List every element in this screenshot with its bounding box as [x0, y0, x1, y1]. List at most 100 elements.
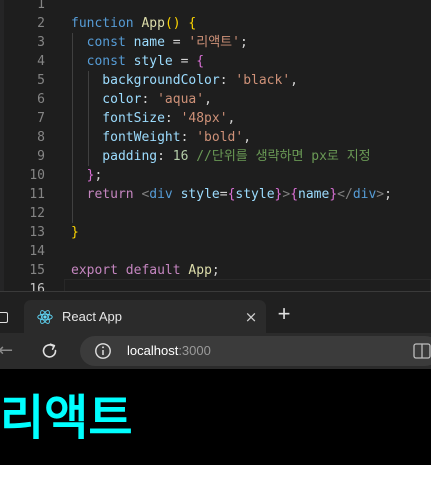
code-text[interactable]: color: 'aqua', — [71, 90, 212, 109]
code-token: : — [219, 73, 236, 88]
line-number: 14 — [29, 244, 45, 259]
close-tab-icon[interactable]: × — [242, 308, 260, 326]
code-token: App — [188, 263, 212, 278]
split-screen-icon[interactable] — [413, 343, 431, 359]
tab-actions-icon[interactable] — [0, 312, 8, 323]
code-text[interactable]: } — [71, 223, 79, 242]
code-text[interactable]: const style = { — [71, 52, 204, 71]
code-token: export — [71, 263, 126, 278]
line-number: 6 — [37, 92, 45, 107]
react-logo-icon — [37, 310, 53, 324]
current-line-highlight — [64, 279, 431, 291]
code-text[interactable]: backgroundColor: 'black', — [71, 71, 298, 90]
code-token: style — [133, 54, 173, 69]
code-token: , — [204, 92, 212, 107]
code-token: , — [290, 73, 298, 88]
code-token: ; — [94, 168, 103, 183]
app-name-text: 리액트 — [0, 390, 133, 446]
address-bar[interactable]: localhost:3000 — [80, 336, 431, 366]
browser-tab-react-app[interactable]: React App × — [24, 300, 266, 334]
code-token: 'aqua' — [157, 92, 205, 107]
tab-title: React App — [62, 309, 122, 324]
line-number: 11 — [29, 187, 45, 202]
code-text[interactable]: padding: 16 //단위를 생략하면 px로 지정 — [71, 147, 371, 166]
code-token: } — [71, 168, 95, 183]
line-number: 9 — [37, 149, 45, 164]
browser-tab-bar: React App × + — [0, 291, 431, 334]
code-token: function — [71, 16, 142, 31]
code-text[interactable]: function App() { — [71, 14, 196, 33]
url-port: :3000 — [178, 343, 211, 358]
line-number: 15 — [29, 263, 45, 278]
code-token: div — [149, 187, 173, 202]
code-token: = — [219, 187, 228, 202]
code-text[interactable]: fontSize: '48px', — [71, 109, 235, 128]
code-token: name — [133, 35, 165, 50]
code-token: ; — [211, 263, 220, 278]
line-number: 12 — [29, 206, 45, 221]
code-token: : — [157, 149, 173, 164]
code-token: = — [164, 35, 189, 50]
code-token: } — [329, 187, 338, 202]
code-token: : — [141, 92, 158, 107]
code-token: style — [235, 187, 275, 202]
code-token: return — [71, 187, 142, 202]
code-token: style — [172, 187, 220, 202]
code-token: ; — [384, 187, 392, 202]
code-token: > — [282, 187, 291, 202]
code-token: } — [71, 225, 79, 240]
code-token: color — [71, 92, 142, 107]
code-token: 'bold' — [196, 130, 244, 145]
page-viewport: 리액트 — [0, 369, 431, 465]
code-token: , — [243, 130, 252, 145]
line-number: 1 — [37, 0, 45, 12]
line-number: 4 — [37, 54, 45, 69]
code-token: default — [125, 263, 189, 278]
new-tab-button[interactable]: + — [274, 303, 294, 325]
line-number: 7 — [37, 111, 45, 126]
code-token: 'black' — [235, 73, 291, 88]
code-text[interactable]: fontWeight: 'bold', — [71, 128, 251, 147]
code-token: { — [196, 54, 205, 69]
code-token: backgroundColor — [71, 73, 220, 88]
line-number: 5 — [37, 73, 45, 88]
code-text[interactable]: }; — [71, 166, 103, 185]
line-number: 3 — [37, 35, 45, 50]
line-number: 16 — [29, 282, 45, 291]
line-number: 13 — [29, 225, 45, 240]
address-url[interactable]: localhost:3000 — [127, 342, 211, 360]
info-icon[interactable] — [94, 342, 112, 360]
code-token: = — [172, 54, 197, 69]
code-token: : — [180, 130, 197, 145]
code-editor[interactable]: 1 2 function App() {3 const name = '리액트'; 4… — [0, 0, 431, 291]
line-number: 2 — [37, 16, 45, 31]
code-token: const — [71, 54, 134, 69]
code-token: const — [71, 35, 134, 50]
code-token: () — [164, 16, 181, 31]
code-token: </ — [337, 187, 353, 202]
code-text[interactable]: const name = '리액트'; — [71, 33, 248, 52]
code-token: { — [188, 16, 197, 31]
code-token: name — [298, 187, 330, 202]
back-arrow-icon[interactable]: ← — [0, 341, 18, 361]
code-text[interactable]: return <div style={style}>{name}</div>; — [71, 185, 392, 204]
code-token: 16 — [172, 149, 189, 164]
code-token: padding — [71, 149, 158, 164]
code-token: fontWeight — [71, 130, 181, 145]
line-number: 8 — [37, 130, 45, 145]
code-token: //단위를 생략하면 px로 지정 — [188, 149, 371, 164]
code-token: '48px' — [180, 111, 228, 126]
code-token: { — [290, 187, 299, 202]
code-token: ; — [239, 35, 248, 50]
code-token: '리액트' — [188, 35, 240, 50]
code-token: , — [227, 111, 236, 126]
code-token: : — [164, 111, 181, 126]
code-token: div — [352, 187, 377, 202]
code-token: App — [141, 16, 165, 31]
refresh-icon[interactable] — [40, 341, 60, 361]
line-number: 10 — [29, 168, 45, 183]
code-token: > — [376, 187, 385, 202]
code-text[interactable]: export default App; — [71, 261, 220, 280]
page-below-area — [0, 465, 431, 499]
url-host: localhost — [127, 343, 179, 358]
